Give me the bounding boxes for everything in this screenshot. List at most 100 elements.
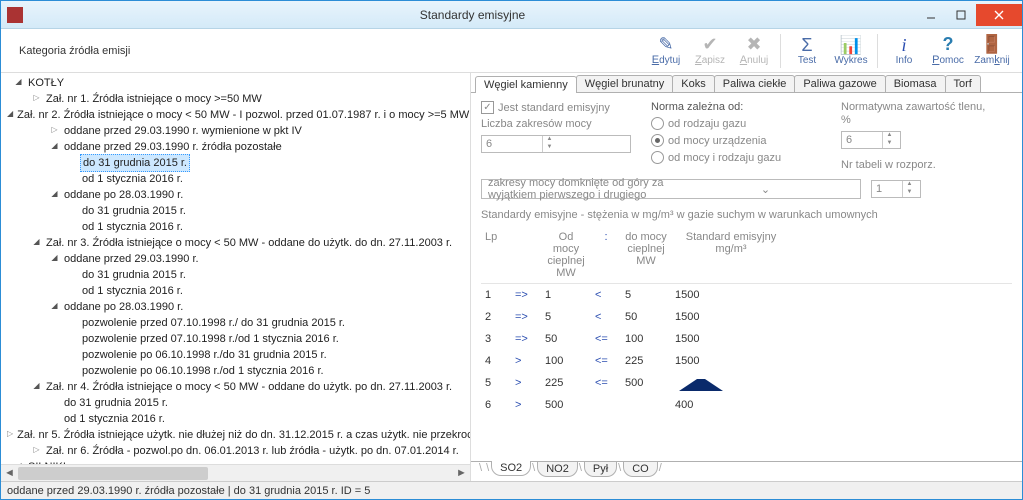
tree-node-label[interactable]: Zał. nr 5. Źródła istniejące użytk. nie … [15,427,470,443]
expand-icon[interactable] [13,77,24,88]
fuel-tab[interactable]: Torf [945,75,981,92]
tree-node-label[interactable]: Zał. nr 4. Źródła istniejące o mocy < 50… [44,379,454,395]
tree-node-label[interactable]: oddane przed 29.03.1990 r. [62,251,201,267]
pollutant-tab[interactable]: NO2 [537,462,578,477]
info-button[interactable]: iInfo [882,34,926,68]
tree-node-label[interactable]: oddane przed 29.03.1990 r. źródła pozost… [62,139,284,155]
tree-node-label[interactable]: od 1 stycznia 2016 r. [80,171,185,187]
chart-button[interactable]: 📊Wykres [829,34,873,68]
fuel-tab[interactable]: Biomasa [885,75,946,92]
tree-node[interactable]: od 1 stycznia 2016 r. [7,283,470,299]
tree-node-label[interactable]: pozwolenie po 06.10.1998 r./do 31 grudni… [80,347,329,363]
tree-node[interactable]: KOTŁY [7,75,470,91]
tree-node[interactable]: Zał. nr 1. Źródła istniejące o mocy >=50… [7,91,470,107]
expand-icon[interactable] [31,237,42,248]
tree-node-label[interactable]: KOTŁY [26,75,66,91]
table-row[interactable]: 1=>1<51500 [481,284,1012,306]
tree-node[interactable]: oddane przed 29.03.1990 r. źródła pozost… [7,139,470,155]
collapse-icon[interactable] [31,445,42,456]
tree-node[interactable]: od 1 stycznia 2016 r. [7,411,470,427]
table-row[interactable]: 3=>50<=1001500 [481,328,1012,350]
table-row[interactable]: 6>500400 [481,394,1012,416]
close-button[interactable] [976,4,1022,26]
edit-button[interactable]: ✎Edytuj [644,34,688,68]
tree-leaf-icon [49,413,60,424]
range-closure-combo[interactable]: zakresy mocy domknięte od góry za wyjątk… [481,179,861,199]
expand-icon[interactable] [31,381,42,392]
tree-node-label[interactable]: oddane przed 29.03.1990 r. wymienione w … [62,123,304,139]
pollutant-tab[interactable]: SO2 [491,461,531,476]
tree-node-label[interactable]: pozwolenie po 06.10.1998 r./od 1 styczni… [80,363,326,379]
tree-node[interactable]: Zał. nr 5. Źródła istniejące użytk. nie … [7,427,470,443]
tree-node[interactable]: pozwolenie po 06.10.1998 r./do 31 grudni… [7,347,470,363]
tree-node[interactable]: oddane przed 29.03.1990 r. [7,251,470,267]
expand-icon[interactable] [13,461,24,465]
tree-node[interactable]: do 31 grudnia 2015 r. [7,155,470,171]
tree-node-label[interactable]: pozwolenie przed 07.10.1998 r./od 1 styc… [80,331,341,347]
tree-node-label[interactable]: oddane po 28.03.1990 r. [62,187,185,203]
tree-node[interactable]: od 1 stycznia 2016 r. [7,171,470,187]
tree-node-label[interactable]: od 1 stycznia 2016 r. [80,283,185,299]
fuel-tab[interactable]: Węgiel brunatny [576,75,674,92]
tree-node[interactable]: Zał. nr 2. Źródła istniejące o mocy < 50… [7,107,470,123]
fuel-tab[interactable]: Paliwa ciekłe [714,75,796,92]
ranges-input[interactable]: ▲▼ [481,135,631,153]
close-app-button[interactable]: 🚪Zamknij [970,34,1014,68]
tree[interactable]: KOTŁYZał. nr 1. Źródła istniejące o mocy… [1,73,470,464]
tree-node-label[interactable]: do 31 grudnia 2015 r. [62,395,170,411]
test-button[interactable]: ΣTest [785,34,829,68]
fuel-tab[interactable]: Węgiel kamienny [475,76,577,93]
is-standard-checkbox[interactable] [481,101,494,114]
tree-node-label[interactable]: Zał. nr 3. Źródła istniejące o mocy < 50… [44,235,454,251]
help-button[interactable]: ?Pomoc [926,34,970,68]
tree-node-label[interactable]: do 31 grudnia 2015 r. [80,154,190,172]
expand-icon[interactable] [49,253,60,264]
expand-icon[interactable] [49,141,60,152]
tree-node[interactable]: od 1 stycznia 2016 r. [7,219,470,235]
collapse-icon[interactable] [31,93,42,104]
pollutant-tab[interactable]: CO [623,462,658,477]
collapse-icon[interactable] [7,429,13,440]
collapse-icon[interactable] [49,125,60,136]
tree-node[interactable]: Zał. nr 3. Źródła istniejące o mocy < 50… [7,235,470,251]
tree-node[interactable]: Zał. nr 4. Źródła istniejące o mocy < 50… [7,379,470,395]
tree-node-label[interactable]: Zał. nr 6. Źródła - pozwol.po dn. 06.01.… [44,443,461,459]
table-nr-input[interactable]: ▲▼ [871,180,921,198]
tree-node[interactable]: oddane przed 29.03.1990 r. wymienione w … [7,123,470,139]
norm-both-radio[interactable] [651,151,664,164]
tree-node[interactable]: Zał. nr 6. Źródła - pozwol.po dn. 06.01.… [7,443,470,459]
norm-power-radio[interactable] [651,134,664,147]
scroll-right-icon[interactable]: ► [453,465,470,482]
tree-node[interactable]: pozwolenie przed 07.10.1998 r./od 1 styc… [7,331,470,347]
oxygen-input[interactable]: ▲▼ [841,131,901,149]
scroll-left-icon[interactable]: ◄ [1,465,18,482]
tree-node[interactable]: pozwolenie po 06.10.1998 r./od 1 styczni… [7,363,470,379]
tree-node-label[interactable]: pozwolenie przed 07.10.1998 r./ do 31 gr… [80,315,347,331]
tree-node[interactable]: do 31 grudnia 2015 r. [7,267,470,283]
tree-node[interactable]: oddane po 28.03.1990 r. [7,299,470,315]
tree-node-label[interactable]: Zał. nr 2. Źródła istniejące o mocy < 50… [15,107,470,123]
tree-node-label[interactable]: Zał. nr 1. Źródła istniejące o mocy >=50… [44,91,264,107]
tree-node[interactable]: do 31 grudnia 2015 r. [7,203,470,219]
tree-node-label[interactable]: oddane po 28.03.1990 r. [62,299,185,315]
tree-node-label[interactable]: od 1 stycznia 2016 r. [80,219,185,235]
fuel-tab[interactable]: Koks [672,75,714,92]
tree-node[interactable]: oddane po 28.03.1990 r. [7,187,470,203]
tree-node-label[interactable]: do 31 grudnia 2015 r. [80,267,188,283]
pollutant-tab[interactable]: Pył [584,462,617,477]
norm-gas-radio[interactable] [651,117,664,130]
expand-icon[interactable] [49,301,60,312]
table-row[interactable]: 4>100<=2251500 [481,350,1012,372]
tree-node-label[interactable]: od 1 stycznia 2016 r. [62,411,167,427]
horizontal-scrollbar[interactable]: ◄ ► [1,464,470,481]
table-row[interactable]: 5>225<=500 [481,372,1012,394]
tree-node-label[interactable]: do 31 grudnia 2015 r. [80,203,188,219]
expand-icon[interactable] [7,109,13,120]
maximize-button[interactable] [946,4,976,26]
table-row[interactable]: 2=>5<501500 [481,306,1012,328]
fuel-tab[interactable]: Paliwa gazowe [794,75,885,92]
expand-icon[interactable] [49,189,60,200]
tree-node[interactable]: do 31 grudnia 2015 r. [7,395,470,411]
tree-node[interactable]: pozwolenie przed 07.10.1998 r./ do 31 gr… [7,315,470,331]
minimize-button[interactable] [916,4,946,26]
